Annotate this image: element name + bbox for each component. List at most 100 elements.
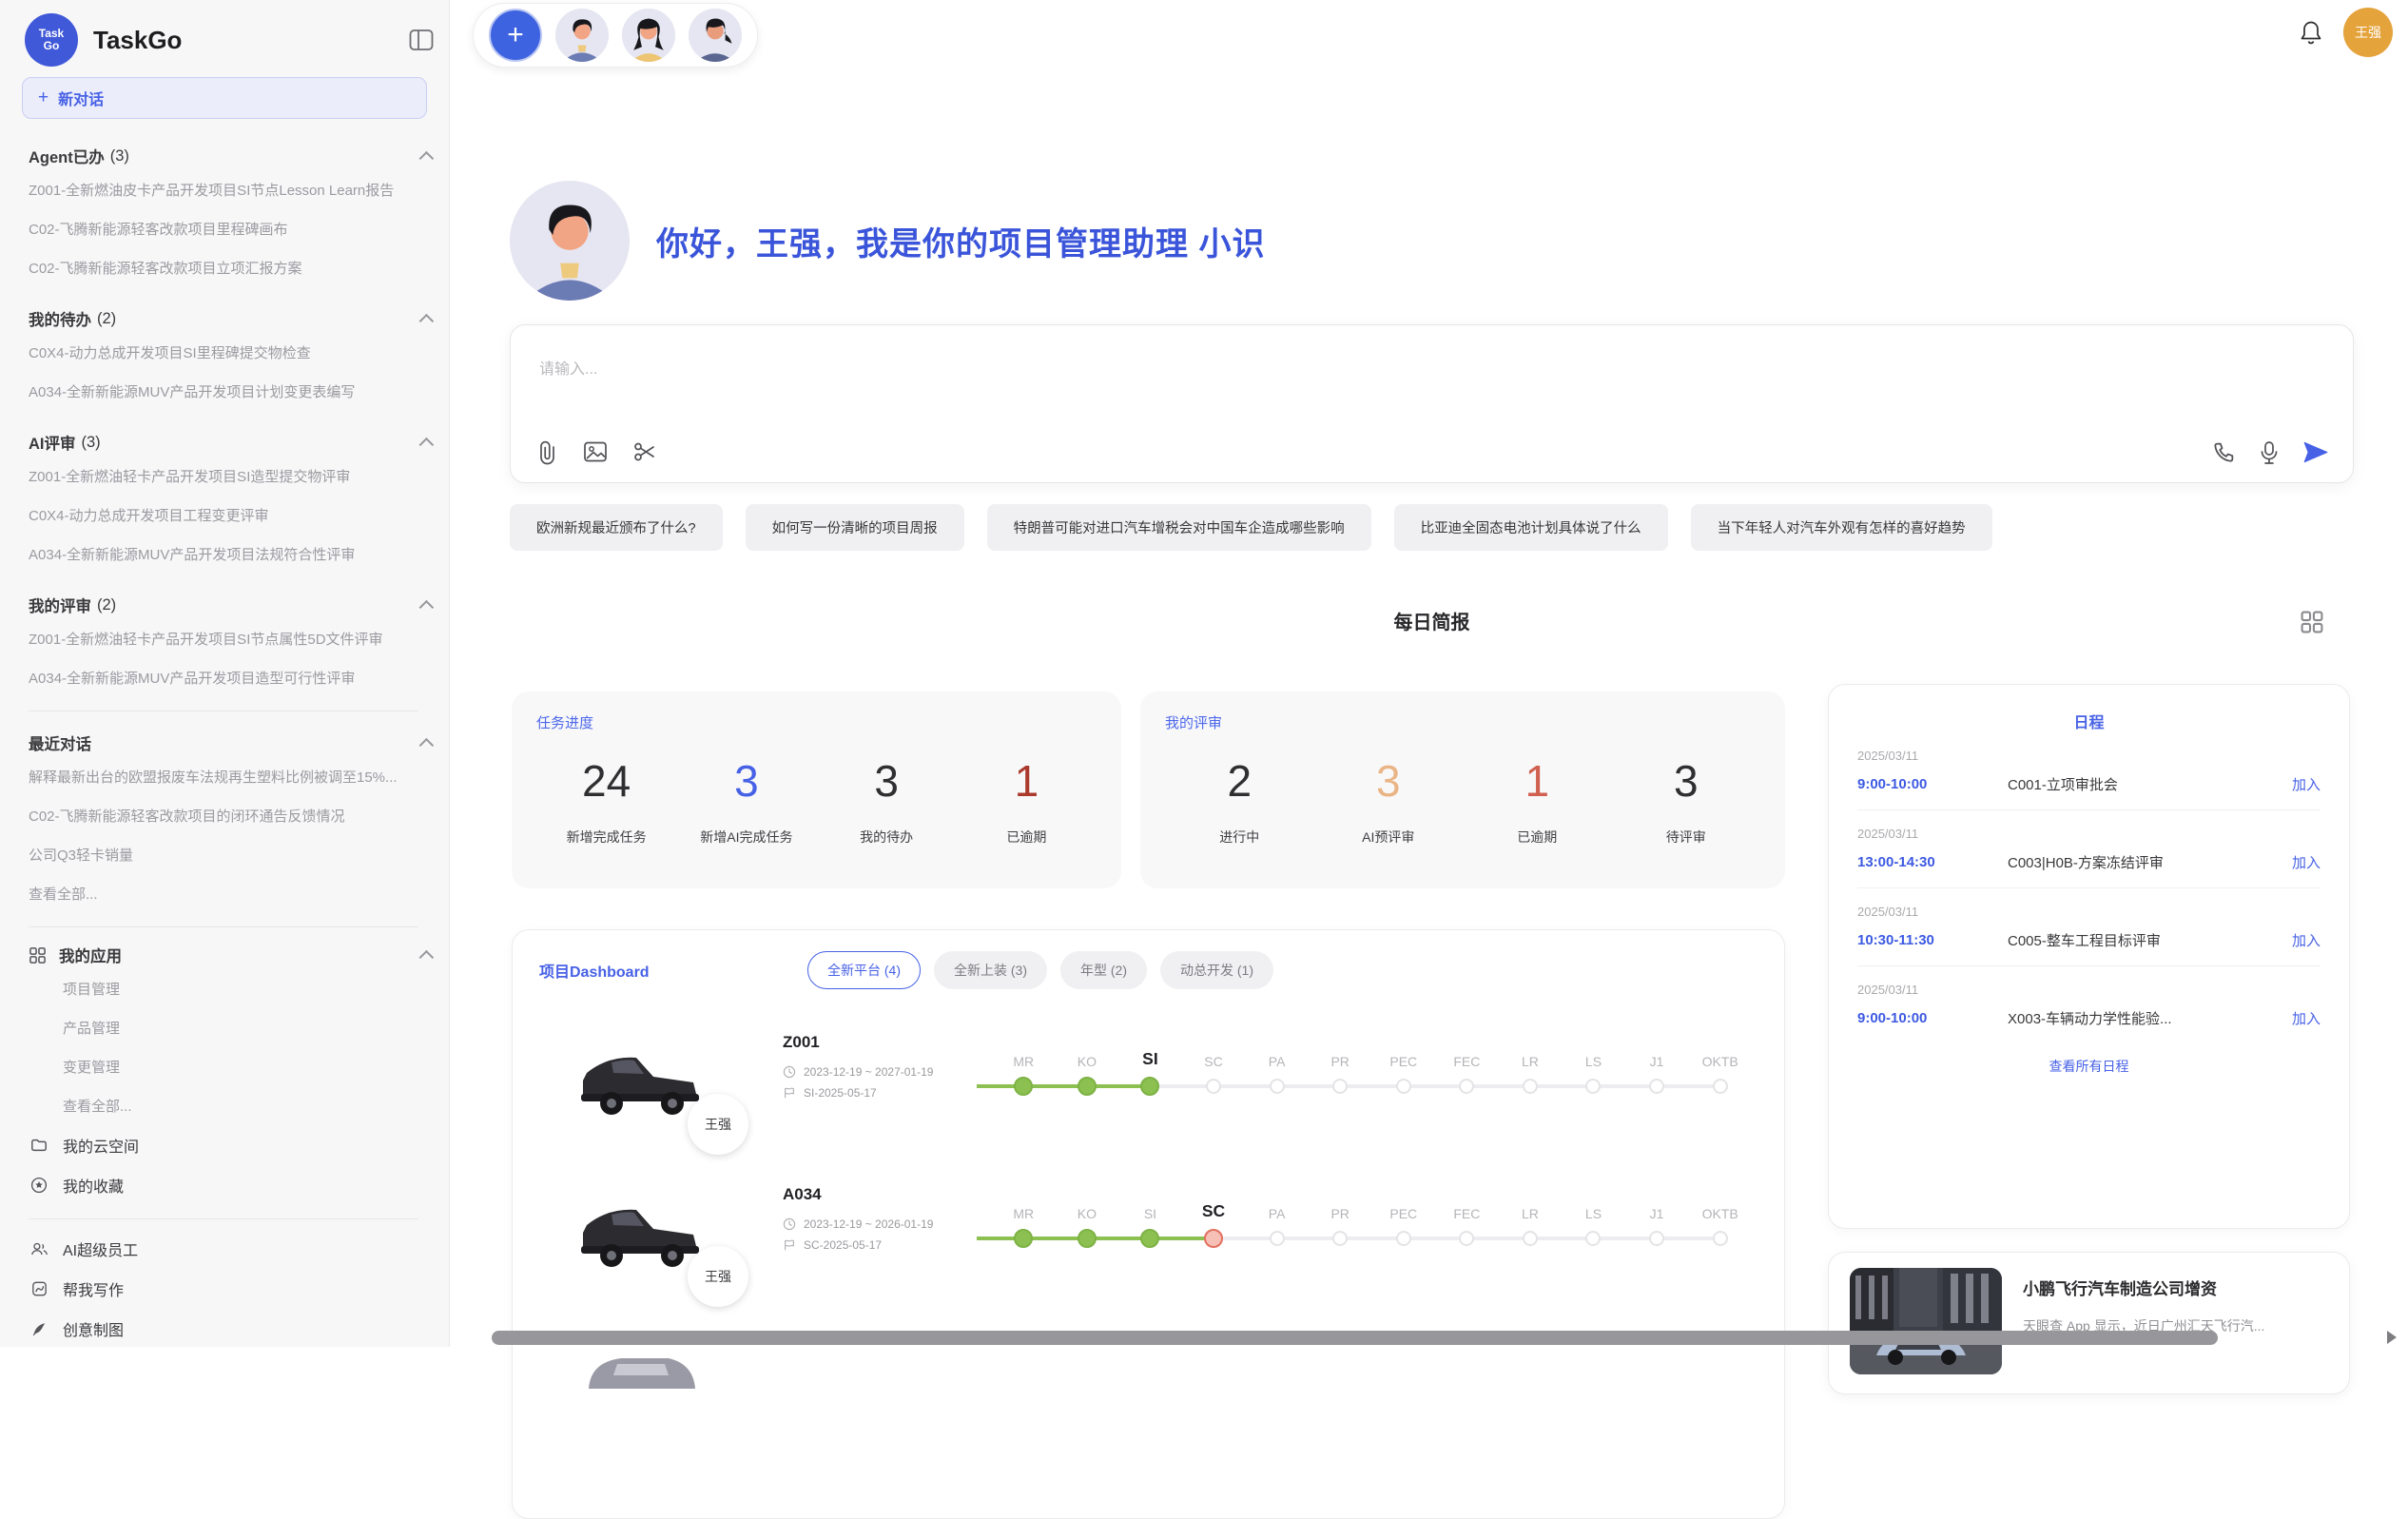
flag-icon (783, 1086, 796, 1100)
milestone-dot (1713, 1079, 1728, 1094)
image-upload-icon[interactable] (583, 440, 608, 465)
milestone-label: KO (1056, 1193, 1119, 1221)
recent-chat-item[interactable]: 解释最新出台的欧盟报废车法规再生塑料比例被调至15%... (29, 757, 434, 796)
event-join-link[interactable]: 加入 (2292, 774, 2321, 794)
stat-value: 24 (536, 750, 676, 812)
send-icon[interactable] (2302, 439, 2328, 465)
recent-chat-item[interactable]: C02-飞腾新能源轻客改款项目的闭环通告反馈情况 (29, 796, 434, 835)
milestone: PA (1245, 1041, 1309, 1141)
divider (29, 926, 418, 927)
dashboard-tab[interactable]: 全新平台 (4) (807, 951, 921, 989)
scissors-icon[interactable] (632, 440, 657, 465)
suggestion-chip[interactable]: 比亚迪全固态电池计划具体说了什么 (1394, 504, 1668, 551)
chat-input-card: 请输入... (510, 324, 2354, 483)
suggestion-chip[interactable]: 特朗普可能对进口汽车增税会对中国车企造成哪些影响 (987, 504, 1371, 551)
milestone: LR (1499, 1193, 1563, 1294)
milestone-dot (1713, 1231, 1728, 1246)
apps-view-all[interactable]: 查看全部... (29, 1086, 434, 1125)
news-card[interactable]: 小鹏飞行汽车制造公司增资 天眼查 App 显示，近日广州汇天飞行汽... (1828, 1252, 2350, 1394)
agent-avatar-3[interactable] (689, 9, 742, 62)
suggestion-chip[interactable]: 如何写一份清晰的项目周报 (746, 504, 964, 551)
grid-icon (29, 946, 47, 964)
sidebar-item-cloud-space[interactable]: 我的云空间 (29, 1125, 434, 1165)
stat: 3 新增AI完成任务 (676, 750, 816, 847)
milestone: J1 (1625, 1041, 1689, 1141)
sidebar-item-help-write[interactable]: 帮我写作 (29, 1269, 434, 1309)
event-join-link[interactable]: 加入 (2292, 930, 2321, 950)
stat-label: 新增完成任务 (536, 828, 676, 847)
milestone: FEC (1435, 1041, 1499, 1141)
event-time: 9:00-10:00 (1857, 1010, 2008, 1026)
sidebar-item[interactable]: Z001-全新燃油皮卡产品开发项目SI节点Lesson Learn报告 (29, 170, 434, 209)
schedule-event: 2025/03/11 9:00-10:00 X003-车辆动力学性能验... 加… (1857, 966, 2321, 1043)
sidebar-item[interactable]: C0X4-动力总成开发项目SI里程碑提交物检查 (29, 333, 434, 372)
sidebar-item-favorites[interactable]: 我的收藏 (29, 1165, 434, 1205)
sidebar-item[interactable]: Z001-全新燃油轻卡产品开发项目SI造型提交物评审 (29, 457, 434, 496)
add-chat-button[interactable]: + (489, 9, 542, 62)
schedule-title: 日程 (1857, 710, 2321, 732)
briefing-layout-icon[interactable] (2300, 610, 2324, 634)
dashboard-tab[interactable]: 动总开发 (1) (1160, 951, 1273, 989)
stat-value: 3 (676, 750, 816, 812)
project-row-a034[interactable]: 王强 A034 2023-12-19 ~ 2026-01-19 SC-2025-… (539, 1183, 1757, 1294)
microphone-icon[interactable] (2259, 440, 2280, 465)
chat-input[interactable]: 请输入... (539, 356, 597, 379)
sidebar-item[interactable]: C02-飞腾新能源轻客改款项目里程碑画布 (29, 209, 434, 248)
notification-bell-icon[interactable] (2300, 20, 2322, 45)
sidebar-item-creative-draw[interactable]: 创意制图 (29, 1309, 434, 1347)
dashboard-tab[interactable]: 全新上装 (3) (934, 951, 1047, 989)
milestone-dot (1204, 1229, 1223, 1248)
stat-label: 进行中 (1165, 828, 1314, 847)
agent-avatar-1[interactable] (555, 9, 609, 62)
event-time: 9:00-10:00 (1857, 776, 2008, 792)
divider (29, 1218, 418, 1219)
stat-value: 1 (957, 750, 1097, 812)
suggestion-chip[interactable]: 欧洲新规最近颁布了什么? (510, 504, 723, 551)
sidebar-collapse-icon[interactable] (409, 29, 434, 51)
sidebar-item-ai-staff[interactable]: AI超级员工 (29, 1229, 434, 1269)
event-title: C005-整车工程目标评审 (2008, 930, 2292, 950)
sidebar-item[interactable]: A034-全新新能源MUV产品开发项目法规符合性评审 (29, 535, 434, 574)
project-row-z001[interactable]: 王强 Z001 2023-12-19 ~ 2027-01-19 SI-2025-… (539, 1031, 1757, 1141)
app-item[interactable]: 项目管理 (63, 969, 434, 1008)
stat-label: 我的待办 (817, 828, 957, 847)
clock-icon (783, 1065, 796, 1079)
horizontal-scrollbar-thumb[interactable] (492, 1331, 2218, 1345)
greeting-text: 你好，王强，我是你的项目管理助理 小识 (656, 218, 1265, 264)
app-logo: TaskGo (25, 13, 78, 67)
milestone: MR (992, 1041, 1056, 1141)
user-avatar[interactable]: 王强 (2343, 8, 2393, 57)
scroll-right-arrow[interactable] (2387, 1331, 2397, 1344)
clock-icon (783, 1217, 796, 1231)
view-all-schedule-link[interactable]: 查看所有日程 (1857, 1043, 2321, 1089)
sidebar-group-agent-done[interactable]: Agent已办(3) (29, 142, 434, 170)
app-item[interactable]: 变更管理 (63, 1047, 434, 1086)
milestone-dot (1140, 1229, 1159, 1248)
sidebar-group-my-todo[interactable]: 我的待办(2) (29, 304, 434, 333)
sidebar-group-my-apps[interactable]: 我的应用 (29, 941, 434, 969)
milestone-dot (1459, 1079, 1474, 1094)
sidebar-item[interactable]: Z001-全新燃油轻卡产品开发项目SI节点属性5D文件评审 (29, 619, 434, 658)
sidebar-item[interactable]: C0X4-动力总成开发项目工程变更评审 (29, 496, 434, 535)
sidebar-group-ai-review[interactable]: AI评审(3) (29, 428, 434, 457)
sidebar-item[interactable]: C02-飞腾新能源轻客改款项目立项汇报方案 (29, 248, 434, 287)
attachment-icon[interactable] (535, 440, 558, 465)
milestone-dot (1459, 1231, 1474, 1246)
new-chat-button[interactable]: + 新对话 (22, 77, 427, 119)
suggestion-chip[interactable]: 当下年轻人对汽车外观有怎样的喜好趋势 (1691, 504, 1992, 551)
milestone: FEC (1435, 1193, 1499, 1294)
sidebar-group-recent-chats[interactable]: 最近对话 (29, 729, 434, 757)
sidebar-group-my-review[interactable]: 我的评审(2) (29, 591, 434, 619)
event-join-link[interactable]: 加入 (2292, 1008, 2321, 1028)
recent-view-all[interactable]: 查看全部... (29, 874, 434, 913)
event-join-link[interactable]: 加入 (2292, 852, 2321, 872)
sidebar-item[interactable]: A034-全新新能源MUV产品开发项目造型可行性评审 (29, 658, 434, 697)
recent-chat-item[interactable]: 公司Q3轻卡销量 (29, 835, 434, 874)
sidebar-item[interactable]: A034-全新新能源MUV产品开发项目计划变更表编写 (29, 372, 434, 411)
dashboard-tab[interactable]: 年型 (2) (1060, 951, 1147, 989)
phone-call-icon[interactable] (2212, 440, 2236, 464)
flag-icon (783, 1238, 796, 1252)
milestone-label: PEC (1371, 1193, 1435, 1221)
agent-avatar-2[interactable] (622, 9, 675, 62)
app-item[interactable]: 产品管理 (63, 1008, 434, 1047)
